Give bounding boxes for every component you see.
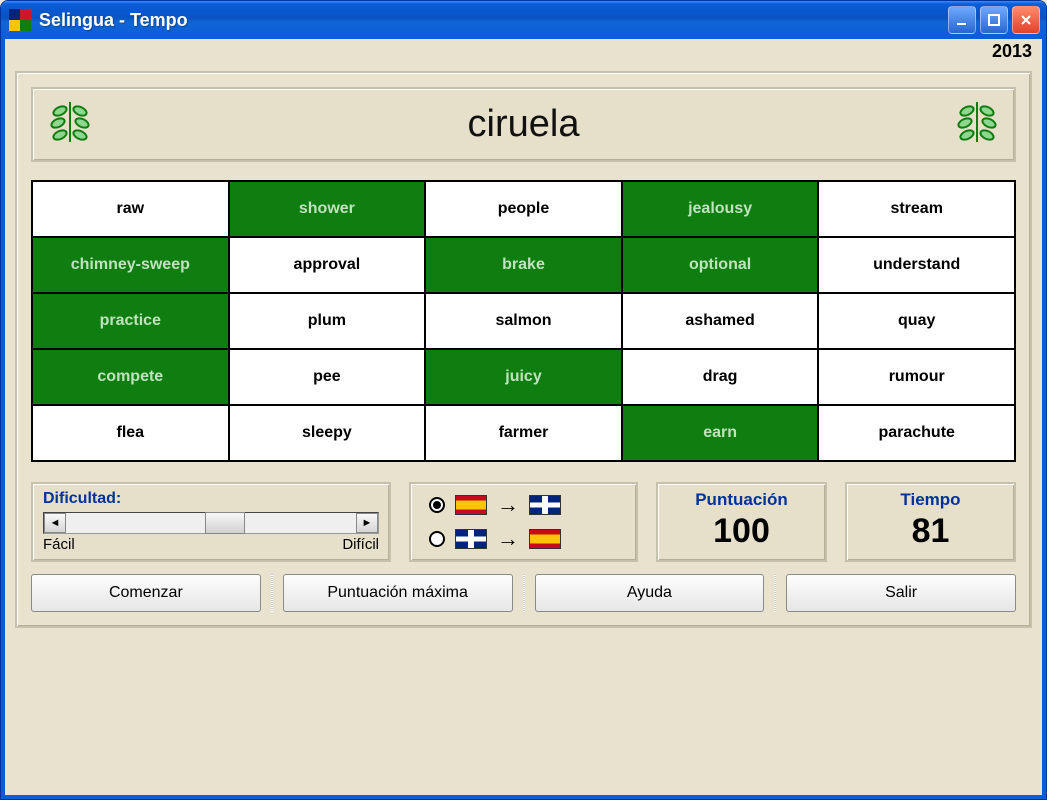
word-cell[interactable]: pee <box>229 349 426 405</box>
direction-en-to-es[interactable]: → <box>429 526 618 552</box>
word-cell[interactable]: shower <box>229 181 426 237</box>
maximize-button[interactable] <box>980 6 1008 34</box>
exit-button[interactable]: Salir <box>786 574 1016 612</box>
word-cell[interactable]: raw <box>32 181 229 237</box>
radio-icon <box>429 531 445 547</box>
word-cell[interactable]: farmer <box>425 405 622 461</box>
highscore-button[interactable]: Puntuación máxima <box>283 574 513 612</box>
word-cell[interactable]: compete <box>32 349 229 405</box>
arrow-right-icon: → <box>497 492 519 518</box>
score-panel: Puntuación 100 <box>656 482 827 562</box>
word-cell[interactable]: brake <box>425 237 622 293</box>
word-cell[interactable]: jealousy <box>622 181 819 237</box>
difficulty-thumb[interactable] <box>205 512 245 534</box>
word-cell[interactable]: parachute <box>818 405 1015 461</box>
difficulty-hard-label: Difícil <box>342 536 379 553</box>
difficulty-panel: Dificultad: ◄ ► Fácil Difícil <box>31 482 391 562</box>
direction-panel: → → <box>409 482 638 562</box>
word-cell[interactable]: quay <box>818 293 1015 349</box>
difficulty-left-arrow[interactable]: ◄ <box>44 513 66 533</box>
word-cell[interactable]: flea <box>32 405 229 461</box>
difficulty-track[interactable] <box>66 513 356 533</box>
status-row: Dificultad: ◄ ► Fácil Difícil <box>31 482 1016 562</box>
time-label: Tiempo <box>857 490 1004 510</box>
help-button[interactable]: Ayuda <box>535 574 765 612</box>
time-value: 81 <box>857 512 1004 551</box>
direction-es-to-en[interactable]: → <box>429 492 618 518</box>
flag-spain-icon <box>529 529 561 549</box>
word-cell[interactable]: optional <box>622 237 819 293</box>
app-window: Selingua - Tempo 2013 ciruela rawshowerp… <box>0 0 1047 800</box>
flag-uk-icon <box>529 495 561 515</box>
leaf-icon <box>45 97 95 152</box>
leaf-icon <box>952 97 1002 152</box>
word-cell[interactable]: earn <box>622 405 819 461</box>
titlebar: Selingua - Tempo <box>1 1 1046 39</box>
word-cell[interactable]: understand <box>818 237 1015 293</box>
word-cell[interactable]: chimney-sweep <box>32 237 229 293</box>
word-cell[interactable]: drag <box>622 349 819 405</box>
word-cell[interactable]: rumour <box>818 349 1015 405</box>
app-icon <box>9 9 31 31</box>
close-button[interactable] <box>1012 6 1040 34</box>
word-cell[interactable]: sleepy <box>229 405 426 461</box>
arrow-right-icon: → <box>497 526 519 552</box>
difficulty-slider[interactable]: ◄ ► <box>43 512 379 534</box>
client-area: 2013 ciruela rawshowerpeoplejealousystre… <box>1 39 1046 799</box>
flag-spain-icon <box>455 495 487 515</box>
word-cell[interactable]: ashamed <box>622 293 819 349</box>
year-label: 2013 <box>992 41 1032 62</box>
word-cell[interactable]: stream <box>818 181 1015 237</box>
time-panel: Tiempo 81 <box>845 482 1016 562</box>
word-cell[interactable]: people <box>425 181 622 237</box>
button-row: Comenzar Puntuación máxima Ayuda Salir <box>31 574 1016 612</box>
word-cell[interactable]: salmon <box>425 293 622 349</box>
score-label: Puntuación <box>668 490 815 510</box>
minimize-button[interactable] <box>948 6 976 34</box>
flag-uk-icon <box>455 529 487 549</box>
start-button[interactable]: Comenzar <box>31 574 261 612</box>
score-value: 100 <box>668 512 815 551</box>
main-panel: ciruela rawshowerpeoplejealousystream chi… <box>15 71 1032 628</box>
radio-icon <box>429 497 445 513</box>
difficulty-right-arrow[interactable]: ► <box>356 513 378 533</box>
difficulty-label: Dificultad: <box>43 490 379 508</box>
word-cell[interactable]: plum <box>229 293 426 349</box>
difficulty-easy-label: Fácil <box>43 536 75 553</box>
prompt-word: ciruela <box>468 103 580 146</box>
window-title: Selingua - Tempo <box>39 10 944 31</box>
prompt-panel: ciruela <box>31 87 1016 162</box>
word-cell[interactable]: juicy <box>425 349 622 405</box>
word-cell[interactable]: approval <box>229 237 426 293</box>
word-cell[interactable]: practice <box>32 293 229 349</box>
word-grid: rawshowerpeoplejealousystream chimney-swe… <box>31 180 1016 462</box>
